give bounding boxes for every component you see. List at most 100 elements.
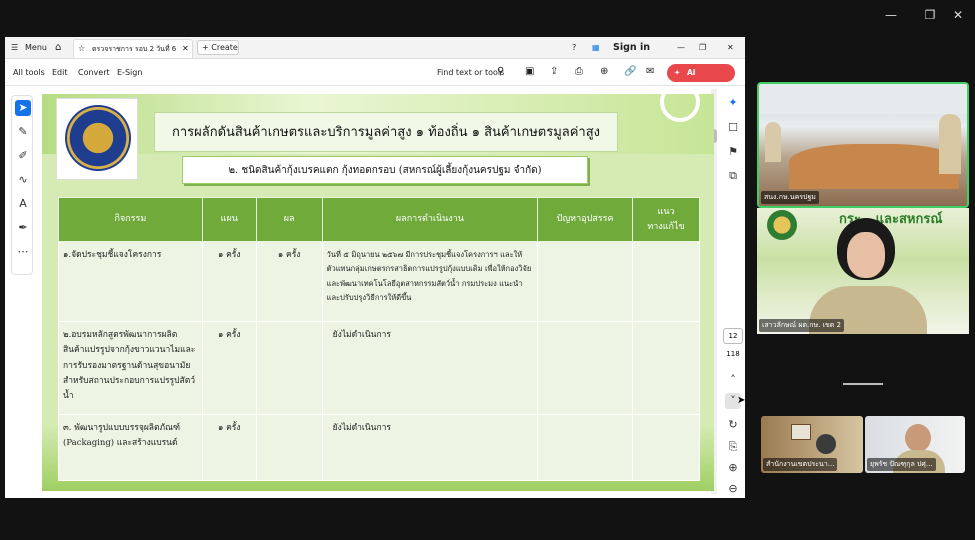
cell-activity: ๓. พัฒนารูปแบบบรรจุผลิตภัณฑ์ (Packaging)… — [58, 414, 203, 481]
home-icon[interactable]: ⌂ — [55, 41, 61, 55]
document-tab-title: ตรวจราชการ รอบ 2 วันที่ 6 ตล... — [92, 45, 176, 53]
page-fit-icon[interactable]: ⎘ — [725, 439, 741, 455]
link-icon[interactable]: 🔗 — [624, 66, 636, 77]
page-total: 118 — [726, 350, 740, 358]
add-comment-icon[interactable]: ✎ — [15, 124, 31, 140]
cell-activity: ๒.อบรมหลักสูตรพัฒนาการผลิตสินค้าแปรรูปจา… — [58, 321, 203, 415]
speaker-face — [847, 232, 885, 278]
close-tab-icon[interactable]: ✕ — [182, 42, 189, 56]
cell-outcome: ยังไม่ดำเนินการ — [321, 414, 539, 481]
pages-icon[interactable]: ⧉ — [725, 168, 741, 184]
header-result: ผล — [255, 197, 323, 242]
cell-result — [255, 414, 323, 481]
menu-esign[interactable]: E-Sign — [117, 68, 142, 77]
cell-solution — [632, 321, 700, 415]
menu-all-tools[interactable]: All tools — [13, 68, 45, 77]
cell-outcome: วันที่ ๕ มิถุนายน ๒๕๖๗ มีการประชุมชี้แจง… — [321, 241, 539, 322]
table-row: ๓. พัฒนารูปแบบบรรจุผลิตภัณฑ์ (Packaging)… — [58, 414, 700, 481]
menu-edit[interactable]: Edit — [52, 68, 68, 77]
menu-bar: All tools Edit Convert E-Sign Find text … — [5, 60, 745, 95]
participant-figure — [939, 114, 961, 174]
ai-sparkle-rail-icon[interactable]: ✦ — [725, 95, 741, 111]
slide-page: การผลักดันสินค้าเกษตรและบริการมูลค่าสูง … — [42, 94, 714, 491]
cell-problem — [537, 321, 634, 415]
ai-assistant-button[interactable]: ✦ AI Assistant — [667, 64, 735, 95]
draw-freehand-icon[interactable]: ∿ — [15, 172, 31, 188]
cell-plan: ๑ ครั้ง — [201, 414, 257, 481]
text-box-icon[interactable]: A — [15, 196, 31, 212]
create-label: Create — [211, 43, 238, 52]
tile-label: สำนักงานเขตประนา... — [763, 458, 838, 471]
table-row: ๒.อบรมหลักสูตรพัฒนาการผลิตสินค้าแปรรูปจา… — [58, 321, 700, 415]
tile-label: ยุพรัช ปัณฑุกุล ปศุ... — [867, 458, 936, 471]
sign-in-link[interactable]: Sign in — [613, 41, 650, 55]
search-icon[interactable]: ⚲ — [497, 66, 504, 77]
activity-table: กิจกรรม แผน ผล ผลการดำเนินงาน ปัญหาอุปสร… — [58, 197, 700, 481]
menu-button[interactable]: Menu — [25, 41, 47, 55]
restore-window-button[interactable]: ❐ — [923, 8, 937, 22]
share-icon[interactable]: ⊕ — [600, 66, 608, 77]
mouse-cursor-icon: ➤ — [737, 395, 745, 406]
apps-grid-icon[interactable]: ▦ — [592, 41, 600, 55]
sign-pen-icon[interactable]: ✒ — [15, 220, 31, 236]
minimize-icon[interactable]: — — [677, 41, 685, 55]
close-window-button[interactable]: ✕ — [951, 8, 965, 22]
more-tools-icon[interactable]: ⋯ — [15, 244, 31, 260]
email-icon[interactable]: ✉ — [646, 66, 654, 77]
previous-page-icon[interactable]: ˄ — [725, 372, 741, 388]
cell-plan: ๑ ครั้ง — [201, 241, 257, 322]
highlight-pen-icon[interactable]: ✐ — [15, 148, 31, 164]
cell-solution — [632, 414, 700, 481]
minimize-window-button[interactable]: — — [884, 8, 898, 22]
video-tile-office[interactable]: สำนักงานเขตประนา... — [761, 416, 863, 473]
find-tools-input[interactable]: Find text or tools — [437, 68, 504, 77]
zoom-in-icon[interactable]: ⊕ — [725, 460, 741, 476]
seal-emblem — [65, 105, 131, 171]
upload-icon[interactable]: ⇪ — [550, 66, 558, 77]
conference-table — [789, 144, 959, 189]
cell-outcome: ยังไม่ดำเนินการ — [321, 321, 539, 415]
create-button[interactable]: + Create — [197, 40, 239, 55]
restore-icon[interactable]: ❐ — [699, 41, 706, 55]
tile-label: เสาวลักษณ์ ผต.กษ. เขต 2 — [759, 319, 844, 332]
table-header-row: กิจกรรม แผน ผล ผลการดำเนินงาน ปัญหาอุปสร… — [58, 197, 700, 242]
cell-problem — [537, 414, 634, 481]
star-icon[interactable]: ☆ — [78, 42, 85, 56]
print-icon[interactable]: ⎙ — [575, 66, 583, 77]
left-toolbar: ➤ ✎ ✐ ∿ A ✒ ⋯ — [11, 95, 33, 275]
slide-title: การผลักดันสินค้าเกษตรและบริการมูลค่าสูง … — [154, 112, 618, 152]
video-tile-participant[interactable]: ยุพรัช ปัณฑุกุล ปศุ... — [865, 416, 965, 473]
zoom-out-icon[interactable]: ⊖ — [725, 481, 741, 497]
header-plan: แผน — [201, 197, 257, 242]
hamburger-icon[interactable]: ☰ — [11, 41, 18, 55]
cell-solution — [632, 241, 700, 322]
pdf-viewer-window: ☰ Menu ⌂ ☆ ตรวจราชการ รอบ 2 วันที่ 6 ตล.… — [5, 37, 745, 498]
cell-result: ๑ ครั้ง — [255, 241, 323, 322]
comments-icon[interactable]: ☐ — [725, 120, 741, 136]
menu-convert[interactable]: Convert — [78, 68, 110, 77]
tile-label: สนง.กษ.นครปฐม — [761, 191, 819, 204]
header-solution: แนว ทางแก้ไข — [632, 197, 700, 242]
cell-activity: ๑.จัดประชุมชี้แจงโครงการ — [58, 241, 203, 322]
document-tab[interactable]: ☆ ตรวจราชการ รอบ 2 วันที่ 6 ตล... ✕ — [73, 39, 193, 58]
panel-divider[interactable] — [843, 383, 883, 385]
refresh-icon[interactable]: ↻ — [725, 417, 741, 433]
tab-bar: ☰ Menu ⌂ ☆ ตรวจราชการ รอบ 2 วันที่ 6 ตล.… — [5, 37, 745, 59]
slide-subtitle: ๒. ชนิดสินค้ากุ้งเบรคแตก กุ้งทอดกรอบ (สห… — [182, 156, 588, 184]
ministry-logo — [767, 210, 797, 240]
bookmarks-icon[interactable]: ⚑ — [725, 144, 741, 160]
cell-result — [255, 321, 323, 415]
video-tile-meeting-room[interactable]: สนง.กษ.นครปฐม — [757, 82, 969, 208]
department-logo — [56, 98, 138, 180]
table-row: ๑.จัดประชุมชี้แจงโครงการ ๑ ครั้ง ๑ ครั้ง… — [58, 241, 700, 322]
ceiling-lights — [759, 84, 967, 114]
header-outcome: ผลการดำเนินงาน — [321, 197, 539, 242]
right-rail: ✦ ☐ ⚑ ⧉ 12 118 ˄ ˅ ↻ ⎘ ⊕ ⊖ — [721, 87, 745, 498]
video-tile-speaker[interactable]: กระ...และสหกรณ์ เสาวลักษณ์ ผต.กษ. เขต 2 — [757, 208, 969, 334]
save-icon[interactable]: ▣ — [525, 66, 534, 77]
header-problem: ปัญหาอุปสรรค — [537, 197, 634, 242]
page-number-input[interactable]: 12 — [723, 328, 743, 344]
close-icon[interactable]: ✕ — [727, 41, 734, 55]
help-icon[interactable]: ? — [572, 41, 576, 55]
select-cursor-icon[interactable]: ➤ — [15, 100, 31, 116]
